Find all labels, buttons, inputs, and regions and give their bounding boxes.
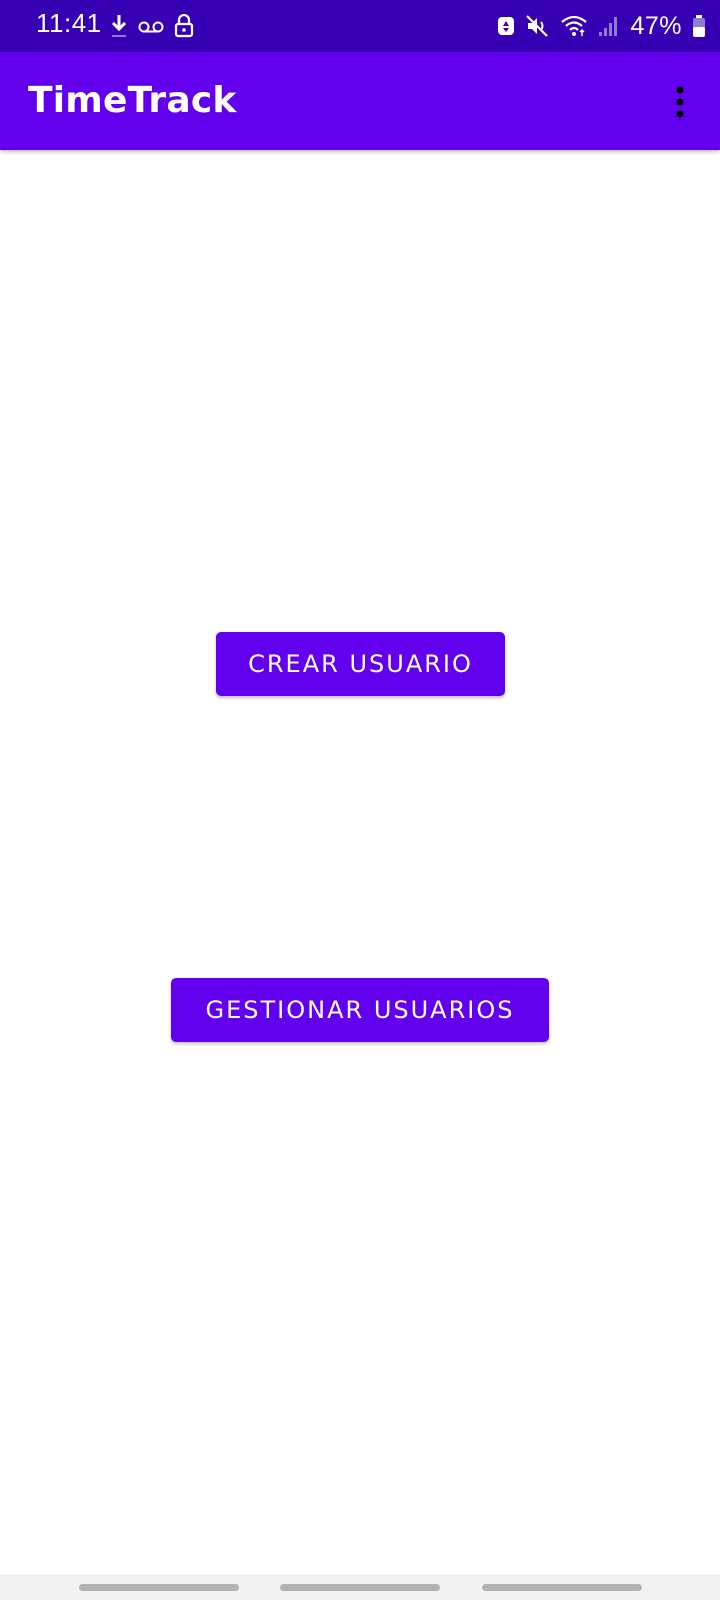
download-icon — [110, 13, 128, 39]
lock-icon — [174, 14, 194, 38]
create-user-button[interactable]: CREAR USUARIO — [216, 632, 505, 696]
signal-icon — [598, 15, 620, 37]
status-bar: 11:41 47% — [0, 0, 720, 52]
voicemail-icon — [138, 18, 164, 34]
status-time: 11:41 — [36, 8, 102, 38]
app-bar: TimeTrack — [0, 52, 720, 150]
home-handle[interactable] — [280, 1584, 440, 1591]
recent-apps-handle[interactable] — [79, 1584, 239, 1591]
battery-saver-icon — [496, 15, 516, 37]
mute-icon — [526, 15, 550, 37]
screen: 11:41 47% TimeTrack CREAR USUARIO GESTIO… — [0, 0, 720, 1600]
manage-users-button[interactable]: GESTIONAR USUARIOS — [171, 978, 549, 1042]
status-left-icons — [110, 10, 194, 42]
app-title: TimeTrack — [28, 80, 237, 121]
battery-percent: 47% — [630, 11, 682, 40]
nav-bar — [0, 1574, 720, 1600]
battery-icon — [692, 14, 706, 38]
wifi-icon — [560, 14, 588, 38]
status-right-icons: 47% — [496, 10, 706, 42]
more-vert-icon[interactable] — [670, 85, 690, 119]
back-handle[interactable] — [482, 1584, 642, 1591]
